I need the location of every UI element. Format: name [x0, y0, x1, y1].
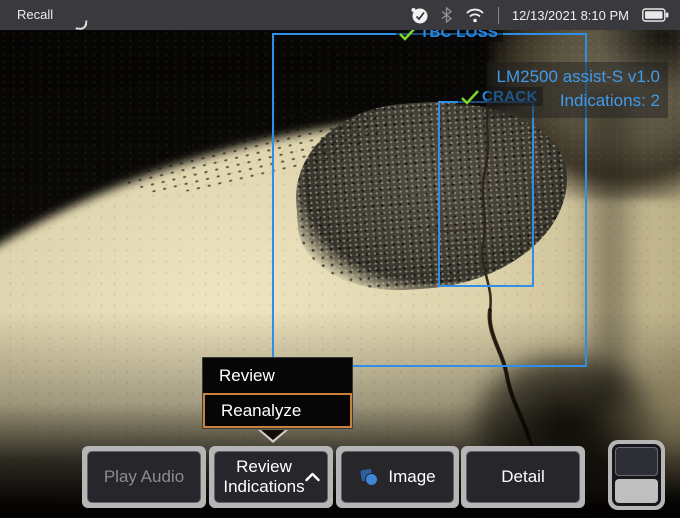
image-button[interactable]: Image: [341, 451, 454, 503]
toggle-bottom-pane: [615, 479, 658, 503]
battery-icon: [642, 8, 669, 22]
menu-item-review[interactable]: Review: [203, 358, 352, 393]
split-screen-toggle-frame: [608, 440, 665, 510]
mode-label: Recall: [17, 7, 53, 22]
detail-button[interactable]: Detail: [466, 451, 580, 503]
review-indications-button[interactable]: Review Indications: [214, 451, 328, 503]
datetime-label: 12/13/2021 8:10 PM: [512, 8, 629, 23]
model-name: LM2500 assist-S v1.0: [497, 65, 660, 89]
button-label: Play Audio: [104, 467, 184, 487]
menu-pointer-arrow: [258, 430, 288, 444]
button-label: Detail: [501, 467, 544, 487]
indications-count: Indications: 2: [497, 89, 660, 113]
wifi-icon: [465, 8, 485, 23]
play-audio-frame: Play Audio: [82, 446, 206, 508]
split-screen-toggle-button[interactable]: [612, 444, 661, 506]
menu-item-reanalyze[interactable]: Reanalyze: [203, 393, 352, 428]
chevron-up-icon: [305, 473, 320, 482]
statusbar-divider: [498, 7, 499, 24]
review-indications-frame: Review Indications: [209, 446, 333, 508]
check-icon: [460, 89, 480, 105]
image-frame: Image: [336, 446, 459, 508]
bluetooth-icon: [441, 7, 452, 23]
menu-item-label: Review: [219, 366, 275, 386]
analysis-info: LM2500 assist-S v1.0 Indications: 2: [487, 62, 668, 118]
status-icons: 12/13/2021 8:10 PM: [411, 0, 669, 30]
toggle-top-pane: [615, 447, 658, 476]
menu-item-label: Reanalyze: [221, 401, 301, 421]
connect-check-icon: [411, 7, 428, 24]
review-indications-menu: Review Reanalyze: [202, 357, 353, 429]
image-stack-icon: [359, 468, 380, 487]
detection-box-crack[interactable]: [438, 101, 534, 287]
recall-screen: Recall 12/13/2021 8:10 PM: [0, 0, 680, 518]
status-bar: Recall 12/13/2021 8:10 PM: [0, 0, 680, 30]
play-audio-button[interactable]: Play Audio: [87, 451, 201, 503]
button-label: Image: [388, 467, 435, 487]
detail-frame: Detail: [461, 446, 585, 508]
